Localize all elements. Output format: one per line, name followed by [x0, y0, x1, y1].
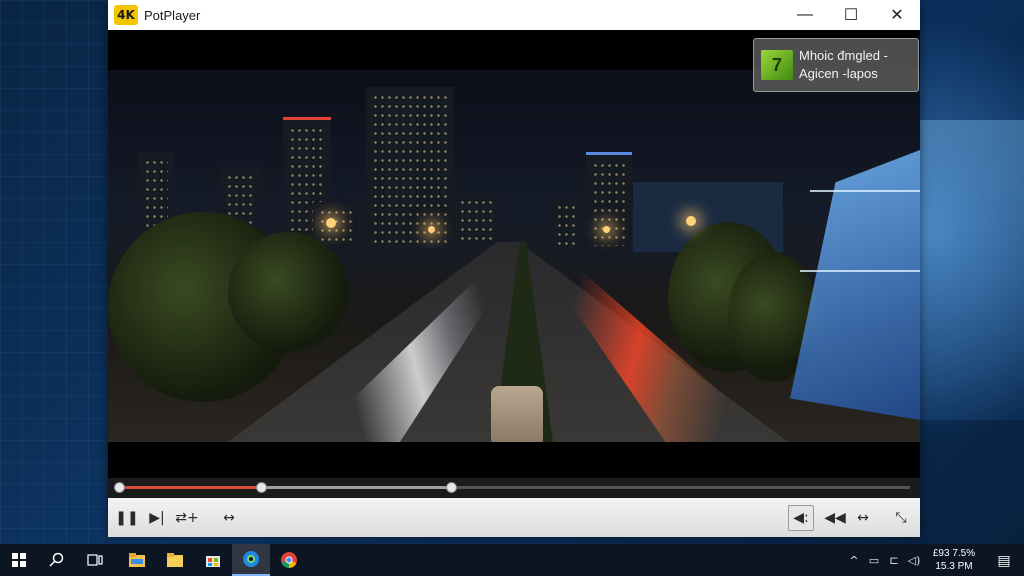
shuffle-button[interactable]: ⇄+ [174, 505, 200, 531]
wallpaper-glow [920, 120, 1024, 420]
taskbar-app-folder[interactable] [156, 544, 194, 576]
building [453, 192, 498, 252]
search-icon [49, 552, 64, 567]
streetlight [326, 218, 336, 228]
app-logo: 4K [114, 5, 138, 25]
system-clock[interactable]: £93 7.5% 15.3 PM [924, 547, 984, 573]
taskbar-app-store[interactable] [194, 544, 232, 576]
taskbar-app-chrome[interactable] [270, 544, 308, 576]
task-view-icon [87, 554, 103, 566]
pause-button[interactable]: ❚❚ [114, 505, 140, 531]
repeat-button[interactable]: ↔ [216, 505, 242, 531]
maximize-button[interactable]: ☐ [828, 0, 874, 30]
tray-chevron-icon[interactable]: ^ [844, 544, 864, 576]
video-frame[interactable] [108, 70, 920, 442]
potplayer-window: 4K PotPlayer — ☐ ✕ 7 Mhoic đmgled - Agic… [108, 0, 920, 537]
building [550, 197, 582, 252]
notification-line-2: Agicen -lapos [799, 66, 878, 81]
seek-bar[interactable] [108, 478, 920, 498]
clock-line-2: 15.3 PM [935, 561, 973, 572]
notification-center-icon[interactable]: ▤ [984, 544, 1024, 576]
aspect-button[interactable]: ↔ [850, 505, 876, 531]
notification-text: Mhoic đmgled - Agicen -lapos [799, 47, 888, 83]
notification-app-icon: 7 [761, 50, 793, 80]
close-button[interactable]: ✕ [874, 0, 920, 30]
taskbar: ^ ▭ ⊏ ◁) £93 7.5% 15.3 PM ▤ [0, 544, 1024, 576]
control-bar: ❚❚ ▶| ⇄+ ↔ ◀: ◀◀ ↔ ⤡ [108, 498, 920, 537]
system-tray: ^ ▭ ⊏ ◁) £93 7.5% 15.3 PM ▤ [844, 544, 1024, 576]
fullscreen-button[interactable]: ⤡ [888, 505, 914, 531]
task-view-button[interactable] [76, 544, 114, 576]
building [366, 87, 454, 252]
minimize-button[interactable]: — [782, 0, 828, 30]
search-button[interactable] [38, 544, 76, 576]
previous-button[interactable]: ◀◀ [822, 505, 848, 531]
clock-line-1: £93 7.5% [932, 548, 976, 559]
seek-start-knob[interactable] [114, 482, 125, 493]
buffer-end-knob[interactable] [445, 482, 457, 493]
seek-knob[interactable] [255, 482, 267, 493]
streetlight [428, 226, 435, 233]
building [586, 152, 632, 252]
wallpaper-grid [0, 0, 110, 544]
volume-icon[interactable]: ◁) [904, 544, 924, 576]
streetlight [603, 226, 610, 233]
folder-icon [167, 553, 183, 567]
taskbar-app-edge[interactable] [232, 544, 270, 576]
notification-line-1: Mhoic đmgled - [799, 48, 888, 63]
seek-played [118, 486, 261, 489]
volume-button[interactable]: ◀: [788, 504, 814, 531]
window-controls: — ☐ ✕ [782, 0, 920, 30]
glass-line [810, 190, 920, 192]
title-bar[interactable]: 4K PotPlayer — ☐ ✕ [108, 0, 920, 30]
store-bag-icon [206, 556, 220, 567]
tree [228, 232, 348, 352]
chrome-icon [281, 552, 297, 569]
car [491, 386, 543, 442]
video-area[interactable]: 7 Mhoic đmgled - Agicen -lapos [108, 30, 920, 478]
windows-start-icon [12, 553, 26, 567]
file-explorer-icon [129, 553, 145, 567]
window-title: PotPlayer [144, 7, 201, 23]
battery-icon[interactable]: ⊏ [884, 544, 904, 576]
next-button[interactable]: ▶| [144, 505, 170, 531]
streetlight [686, 216, 696, 226]
glass-line [800, 270, 920, 272]
osd-notification: 7 Mhoic đmgled - Agicen -lapos [753, 38, 919, 92]
start-button[interactable] [0, 544, 38, 576]
taskbar-app-file-explorer[interactable] [118, 544, 156, 576]
browser-icon [243, 551, 259, 567]
network-icon[interactable]: ▭ [864, 544, 884, 576]
